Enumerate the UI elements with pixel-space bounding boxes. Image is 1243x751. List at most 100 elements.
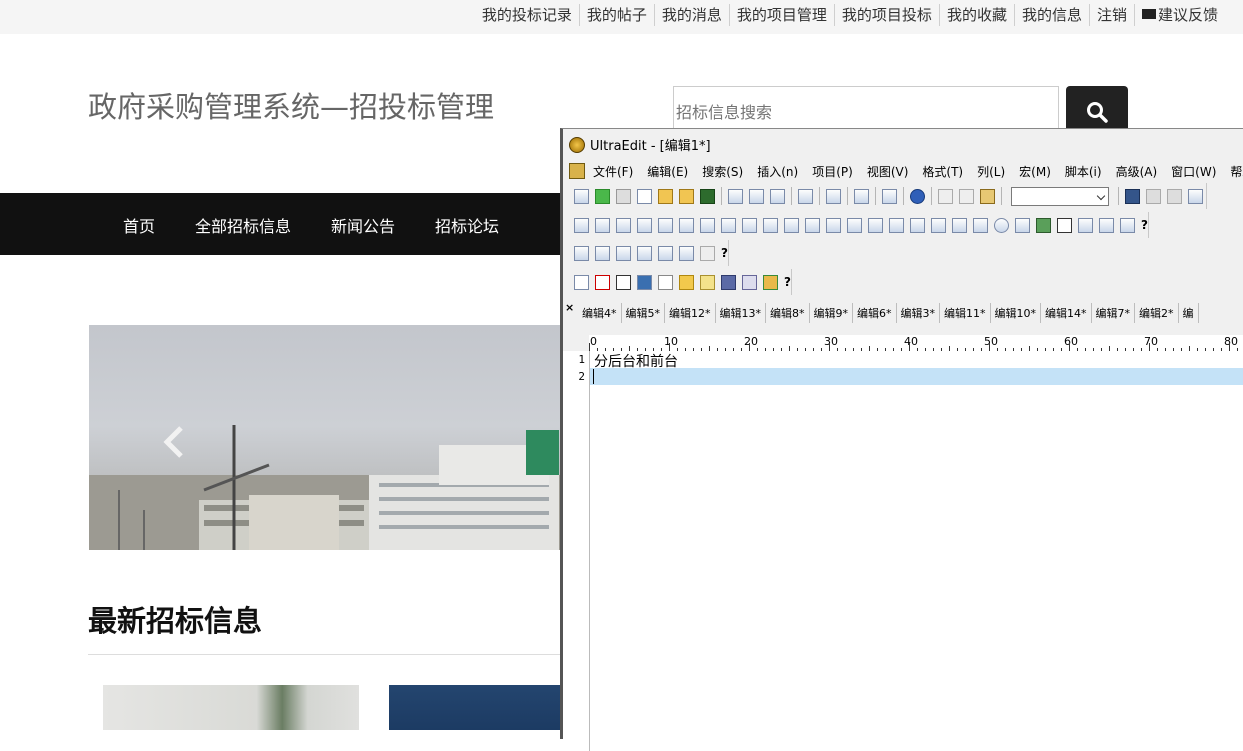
link-my-favorites[interactable]: 我的收藏: [940, 4, 1015, 26]
menu-script[interactable]: 脚本(i): [1065, 163, 1102, 180]
sun-icon[interactable]: [679, 274, 694, 290]
current-line-highlight[interactable]: [590, 368, 1243, 385]
close-tab-icon[interactable]: ×: [565, 301, 574, 314]
menu-edit[interactable]: 编辑(E): [647, 163, 688, 180]
color-picker-icon[interactable]: [1120, 217, 1135, 233]
cut-icon[interactable]: [938, 188, 953, 204]
find-next-icon[interactable]: [1146, 188, 1161, 204]
text-field-icon[interactable]: [889, 217, 904, 233]
menu-insert[interactable]: 插入(n): [757, 163, 798, 180]
link-feedback[interactable]: 建议反馈: [1135, 4, 1225, 26]
tender-thumbnail[interactable]: [103, 685, 359, 730]
tab-file[interactable]: 编辑11*: [940, 303, 991, 323]
horizontal-rule-icon[interactable]: [868, 217, 883, 233]
link-logout[interactable]: 注销: [1090, 4, 1135, 26]
align-right-icon[interactable]: [805, 217, 820, 233]
help-icon[interactable]: ?: [1141, 218, 1148, 232]
properties-icon[interactable]: [798, 188, 813, 204]
align-justify-icon[interactable]: [826, 217, 841, 233]
menu-help[interactable]: 帮助(H): [1230, 163, 1243, 180]
hex-mode-icon[interactable]: [854, 188, 869, 204]
tab-file[interactable]: 编辑9*: [810, 303, 853, 323]
search-combo-box[interactable]: [1011, 186, 1109, 206]
editor-title-bar[interactable]: UltraEdit - [编辑1*]: [569, 135, 711, 154]
tab-file[interactable]: 编辑10*: [991, 303, 1041, 323]
underline-icon[interactable]: [637, 217, 652, 233]
nav-item-news[interactable]: 新闻公告: [331, 213, 395, 237]
help-icon[interactable]: ?: [784, 275, 791, 289]
infinity-icon[interactable]: [742, 274, 757, 290]
case-convert-icon[interactable]: [1099, 217, 1114, 233]
numbering-icon[interactable]: [658, 245, 673, 261]
save-icon[interactable]: [700, 188, 715, 204]
replace-icon[interactable]: [1188, 188, 1203, 204]
image-icon[interactable]: [1036, 217, 1051, 233]
align-center-icon[interactable]: [784, 217, 799, 233]
bold-icon[interactable]: [595, 217, 610, 233]
open-folder-icon[interactable]: [658, 188, 673, 204]
link-my-bid-records[interactable]: 我的投标记录: [475, 4, 580, 26]
italic-icon[interactable]: [616, 217, 631, 233]
print-preview-icon[interactable]: [749, 188, 764, 204]
google-icon[interactable]: [574, 274, 589, 290]
back-arrow-icon[interactable]: [595, 188, 610, 204]
radio-icon[interactable]: [994, 217, 1009, 233]
id-icon[interactable]: [637, 245, 652, 261]
new-file-icon[interactable]: [637, 188, 652, 204]
print-icon[interactable]: [728, 188, 743, 204]
browser-view-icon[interactable]: [910, 188, 925, 204]
menu-file[interactable]: 文件(F): [593, 163, 633, 180]
textarea-icon[interactable]: [910, 217, 925, 233]
help-icon[interactable]: ?: [721, 246, 728, 260]
menu-advanced[interactable]: 高级(A): [1116, 163, 1158, 180]
highlight-icon[interactable]: [742, 217, 757, 233]
carousel-prev-icon[interactable]: [161, 425, 187, 459]
link-my-project-management[interactable]: 我的项目管理: [730, 4, 835, 26]
word-wrap-icon[interactable]: [826, 188, 841, 204]
clipboard-list-icon[interactable]: [882, 188, 897, 204]
table-row-icon[interactable]: [595, 245, 610, 261]
open-folder-alt-icon[interactable]: [679, 188, 694, 204]
button-field-icon[interactable]: [931, 217, 946, 233]
menu-search[interactable]: 搜索(S): [702, 163, 743, 180]
link-my-posts[interactable]: 我的帖子: [580, 4, 655, 26]
paragraph-icon[interactable]: [658, 217, 673, 233]
document-icon[interactable]: [569, 163, 585, 179]
paste-icon[interactable]: [980, 188, 995, 204]
checkbox-icon[interactable]: [973, 217, 988, 233]
tab-file[interactable]: 编辑7*: [1092, 303, 1135, 323]
tab-file[interactable]: 编辑2*: [1135, 303, 1179, 323]
tab-file[interactable]: 编辑4*: [578, 303, 622, 323]
image-button-icon[interactable]: [952, 217, 967, 233]
font-icon[interactable]: [721, 217, 736, 233]
menu-format[interactable]: 格式(T): [922, 163, 963, 180]
msdn-icon[interactable]: [637, 274, 652, 290]
editor-text-area[interactable]: 分后台和前台: [590, 351, 1243, 751]
table-icon[interactable]: [574, 245, 589, 261]
tab-file[interactable]: 编辑8*: [766, 303, 810, 323]
menu-window[interactable]: 窗口(W): [1171, 163, 1216, 180]
anchor-icon[interactable]: [1057, 217, 1072, 233]
open-recent-icon[interactable]: [574, 188, 589, 204]
link-my-info[interactable]: 我的信息: [1015, 4, 1090, 26]
tab-file[interactable]: 编: [1179, 303, 1199, 323]
find-binoculars-icon[interactable]: [1125, 188, 1140, 204]
tender-thumbnail[interactable]: [389, 685, 561, 730]
forward-arrow-icon[interactable]: [616, 188, 631, 204]
html-tag-icon[interactable]: [574, 217, 589, 233]
lightbulb-icon[interactable]: [658, 274, 673, 290]
form-icon[interactable]: [847, 217, 862, 233]
tab-file[interactable]: 编辑3*: [897, 303, 940, 323]
visual-studio-icon[interactable]: [679, 245, 694, 261]
menu-project[interactable]: 项目(P): [812, 163, 853, 180]
link-my-messages[interactable]: 我的消息: [655, 4, 730, 26]
numbered-list-icon[interactable]: [700, 217, 715, 233]
settings-disabled-icon[interactable]: [700, 245, 715, 261]
menu-view[interactable]: 视图(V): [867, 163, 909, 180]
link-my-project-bids[interactable]: 我的项目投标: [835, 4, 940, 26]
windows-icon[interactable]: [763, 274, 778, 290]
menu-macro[interactable]: 宏(M): [1019, 163, 1051, 180]
select-field-icon[interactable]: [1015, 217, 1030, 233]
tab-file[interactable]: 编辑12*: [665, 303, 716, 323]
yahoo-icon[interactable]: [595, 274, 610, 290]
